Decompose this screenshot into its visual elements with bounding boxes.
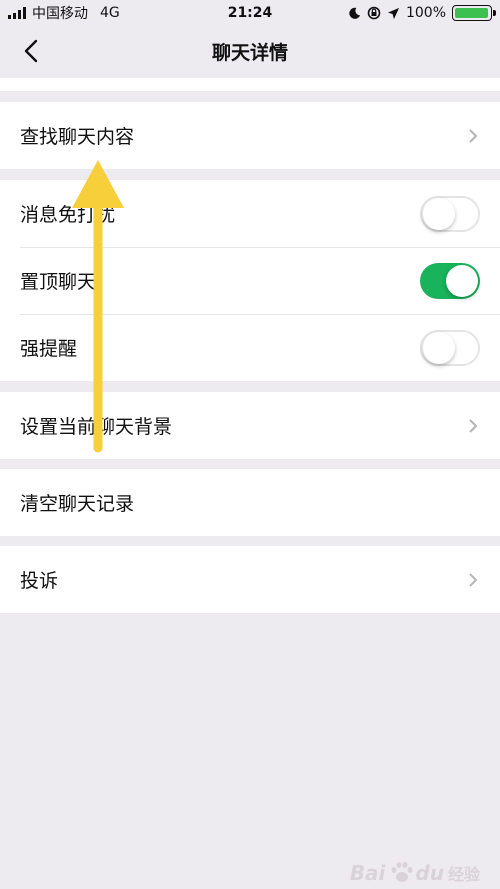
clear-chat-history-row[interactable]: 清空聊天记录	[0, 469, 500, 536]
watermark-brand-suffix: du	[415, 861, 444, 885]
row-label: 投诉	[20, 570, 59, 592]
search-chat-content-row[interactable]: 查找聊天内容	[0, 102, 500, 169]
chevron-right-icon	[469, 572, 478, 587]
strong-reminder-row: 强提醒	[0, 314, 500, 381]
row-label: 消息免打扰	[20, 204, 116, 226]
watermark-brand: Bai	[349, 861, 386, 885]
top-strip	[0, 78, 500, 91]
mute-notifications-toggle[interactable]	[420, 195, 480, 232]
network-label: 4G	[100, 5, 120, 21]
paw-logo-icon	[391, 862, 413, 882]
carrier-label: 中国移动	[32, 6, 88, 22]
status-left: 中国移动 4G	[8, 3, 120, 23]
sticky-on-top-toggle[interactable]	[420, 262, 480, 299]
set-chat-background-row[interactable]: 设置当前聊天背景	[0, 392, 500, 459]
mute-notifications-row: 消息免打扰	[0, 180, 500, 247]
chevron-right-icon	[469, 418, 478, 433]
toggle-knob	[423, 331, 455, 364]
background-group: 设置当前聊天背景	[0, 392, 500, 459]
switch-group: 消息免打扰 置顶聊天 强提醒	[0, 180, 500, 381]
report-group: 投诉	[0, 546, 500, 613]
clear-group: 清空聊天记录	[0, 469, 500, 536]
sticky-on-top-row: 置顶聊天	[0, 247, 500, 314]
row-label: 设置当前聊天背景	[20, 416, 173, 438]
navigation-bar: 聊天详情	[0, 26, 500, 76]
battery-fill	[455, 8, 488, 18]
toggle-knob	[446, 264, 478, 297]
moon-icon	[349, 7, 361, 19]
toggle-knob	[423, 197, 455, 230]
strong-reminder-toggle[interactable]	[420, 329, 480, 366]
status-right: 100%	[348, 5, 496, 21]
page-title: 聊天详情	[211, 41, 288, 64]
battery-icon	[452, 5, 496, 21]
row-label: 置顶聊天	[20, 271, 97, 293]
search-group: 查找聊天内容	[0, 102, 500, 169]
signal-icon	[8, 7, 26, 19]
rotation-lock-icon	[367, 6, 381, 20]
location-icon	[387, 7, 400, 19]
baidu-watermark: Bai du 经验	[350, 861, 480, 885]
row-label: 查找聊天内容	[20, 126, 135, 148]
chevron-right-icon	[469, 128, 478, 143]
report-row[interactable]: 投诉	[0, 546, 500, 613]
row-label: 强提醒	[20, 338, 78, 360]
battery-percent: 100%	[405, 5, 446, 21]
watermark-sub: 经验	[447, 865, 480, 884]
chevron-left-icon[interactable]	[18, 37, 46, 65]
status-bar: 中国移动 4G 21:24 100%	[0, 0, 500, 26]
row-label: 清空聊天记录	[20, 493, 135, 515]
